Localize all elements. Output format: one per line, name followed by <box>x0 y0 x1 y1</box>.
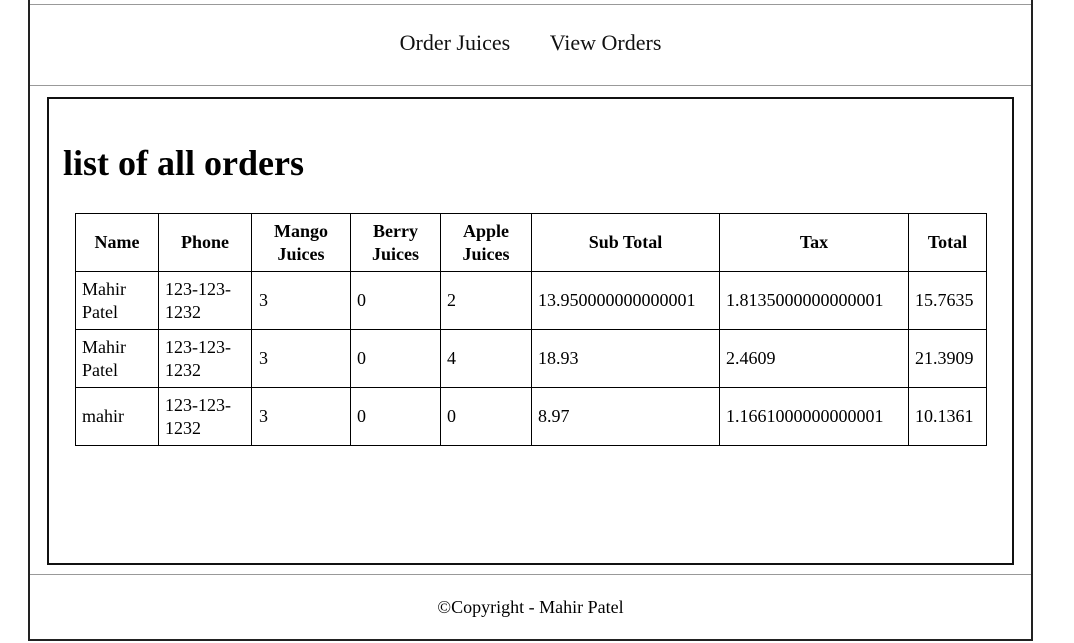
orders-table: Name Phone Mango Juices Berry Juices App… <box>75 213 987 446</box>
footer-copyright: ©Copyright - Mahir Patel <box>437 597 624 617</box>
cell-subtotal: 13.950000000000001 <box>531 271 720 330</box>
cell-tax: 1.8135000000000001 <box>719 271 909 330</box>
table-row: Mahir Patel 123-123-1232 3 0 4 18.93 2.4… <box>75 329 987 388</box>
column-header-subtotal: Sub Total <box>531 213 720 272</box>
cell-apple: 2 <box>440 271 532 330</box>
cell-berry: 0 <box>350 387 441 446</box>
column-header-apple: Apple Juices <box>440 213 532 272</box>
cell-subtotal: 18.93 <box>531 329 720 388</box>
main-nav: Order Juices View Orders <box>30 30 1031 62</box>
column-header-tax: Tax <box>719 213 909 272</box>
cell-tax: 1.1661000000000001 <box>719 387 909 446</box>
table-row: Mahir Patel 123-123-1232 3 0 2 13.950000… <box>75 271 987 330</box>
cell-phone: 123-123-1232 <box>158 387 252 446</box>
cell-mango: 3 <box>251 271 351 330</box>
cell-total: 15.7635 <box>908 271 987 330</box>
column-header-phone: Phone <box>158 213 252 272</box>
cell-name: Mahir Patel <box>75 271 159 330</box>
cell-subtotal: 8.97 <box>531 387 720 446</box>
column-header-berry: Berry Juices <box>350 213 441 272</box>
cell-total: 21.3909 <box>908 329 987 388</box>
nav-divider <box>30 85 1031 86</box>
cell-apple: 0 <box>440 387 532 446</box>
column-header-total: Total <box>908 213 987 272</box>
cell-mango: 3 <box>251 387 351 446</box>
cell-name: mahir <box>75 387 159 446</box>
cell-phone: 123-123-1232 <box>158 329 252 388</box>
top-divider <box>30 4 1031 5</box>
table-row: mahir 123-123-1232 3 0 0 8.97 1.16610000… <box>75 387 987 446</box>
cell-tax: 2.4609 <box>719 329 909 388</box>
cell-berry: 0 <box>350 329 441 388</box>
column-header-mango: Mango Juices <box>251 213 351 272</box>
nav-link-view-orders[interactable]: View Orders <box>550 30 662 55</box>
nav-link-order-juices[interactable]: Order Juices <box>400 30 511 55</box>
cell-apple: 4 <box>440 329 532 388</box>
cell-total: 10.1361 <box>908 387 987 446</box>
footer-divider <box>30 574 1031 575</box>
cell-phone: 123-123-1232 <box>158 271 252 330</box>
cell-berry: 0 <box>350 271 441 330</box>
cell-mango: 3 <box>251 329 351 388</box>
page-title: list of all orders <box>63 143 304 183</box>
cell-name: Mahir Patel <box>75 329 159 388</box>
column-header-name: Name <box>75 213 159 272</box>
table-header-row: Name Phone Mango Juices Berry Juices App… <box>75 213 987 272</box>
page-frame: Order Juices View Orders list of all ord… <box>28 0 1033 641</box>
orders-panel: list of all orders Name Phone Mango Juic… <box>47 97 1014 565</box>
